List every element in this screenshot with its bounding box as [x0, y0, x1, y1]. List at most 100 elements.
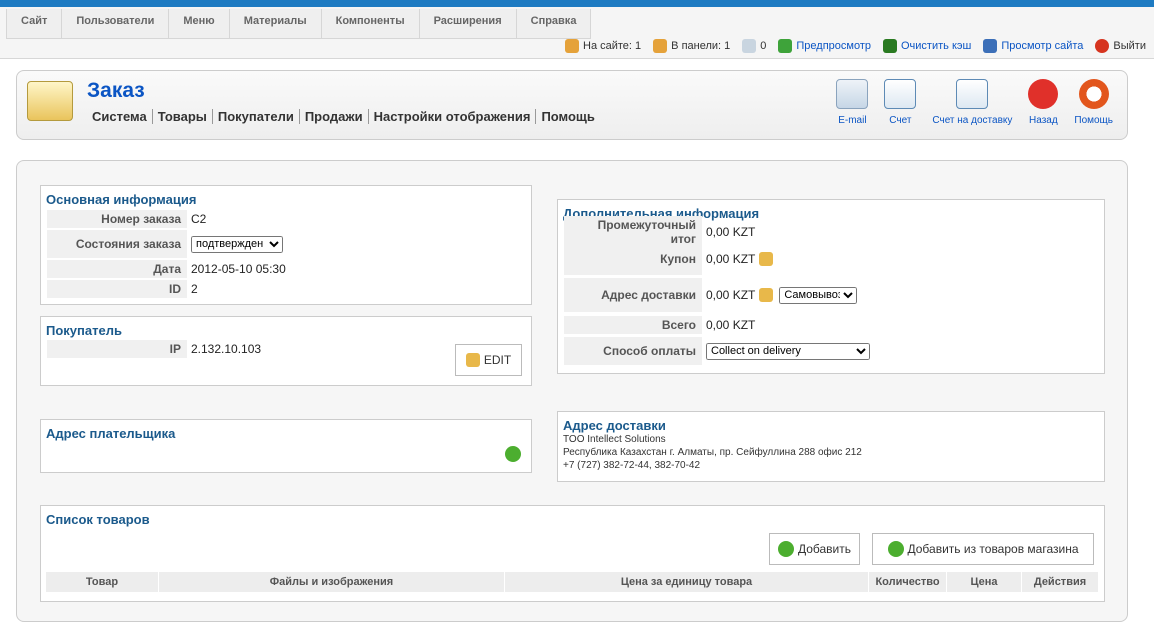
add-product-icon — [777, 541, 794, 557]
help-button[interactable]: Помощь — [1066, 79, 1121, 126]
submenu-display-settings[interactable]: Настройки отображения — [367, 109, 536, 124]
order-id-value: 2 — [191, 282, 198, 296]
payment-label: Способ оплаты — [564, 337, 702, 365]
order-id-label: ID — [47, 280, 187, 298]
coupon-value: 0,00 KZT — [706, 251, 756, 266]
admin-menubar: Сайт Пользователи Меню Материалы Компоне… — [0, 7, 1154, 59]
top-accent-bar — [0, 0, 1154, 7]
col-unit-price[interactable]: Цена за единицу товара — [505, 572, 869, 592]
edit-icon — [465, 353, 480, 367]
messages-count[interactable]: 0 — [760, 40, 766, 52]
toolbar-buttons: E-mail Счет Счет на доставку Назад Помощ… — [828, 79, 1121, 126]
basic-info-title: Основная информация — [46, 192, 197, 207]
order-state-row: Состояния заказа подтвержден — [47, 229, 525, 259]
view-site-link[interactable]: Просмотр сайта — [1001, 40, 1083, 52]
delivery-invoice-button[interactable]: Счет на доставку — [924, 79, 1020, 126]
payment-row: Способ оплаты Collect on delivery — [564, 336, 1098, 366]
delivery-address-panel: Адрес доставки TOO Intellect Solutions Р… — [557, 411, 1105, 482]
invoice-button[interactable]: Счет — [876, 79, 924, 126]
menu-users[interactable]: Пользователи — [61, 9, 170, 39]
add-from-store-label: Добавить из товаров магазина — [907, 542, 1079, 556]
email-icon — [836, 79, 869, 109]
col-actions[interactable]: Действия — [1022, 572, 1099, 592]
col-product[interactable]: Товар — [46, 572, 159, 592]
edit-coupon-icon[interactable] — [759, 251, 774, 266]
order-number-label: Номер заказа — [47, 210, 187, 228]
subtotal-value: 0,00 KZT — [706, 225, 756, 239]
col-quantity[interactable]: Количество — [869, 572, 947, 592]
add-product-button[interactable]: Добавить — [769, 533, 860, 565]
logout-icon — [1095, 39, 1110, 53]
close-icon — [1028, 79, 1059, 109]
panel-count: В панели: 1 — [671, 40, 731, 52]
page-title: Заказ — [87, 79, 145, 102]
customer-ip-row: IP 2.132.10.103 — [47, 340, 525, 358]
admins-online-icon — [653, 39, 668, 53]
menu-extensions[interactable]: Расширения — [418, 9, 517, 39]
order-date-label: Дата — [47, 260, 187, 278]
add-from-store-button[interactable]: Добавить из товаров магазина — [872, 533, 1094, 565]
col-price[interactable]: Цена — [947, 572, 1022, 592]
email-button[interactable]: E-mail — [828, 79, 876, 126]
edit-shipping-icon[interactable] — [759, 288, 774, 302]
customer-ip-label: IP — [47, 340, 187, 358]
order-id-row: ID 2 — [47, 279, 525, 299]
main-menu: Сайт Пользователи Меню Материалы Компоне… — [6, 9, 592, 39]
shipping-method-select[interactable]: Самовывоз — [779, 286, 858, 304]
clear-cache-link[interactable]: Очистить кэш — [901, 40, 971, 52]
menu-help[interactable]: Справка — [515, 9, 592, 39]
menu-components[interactable]: Компоненты — [320, 9, 420, 39]
component-submenu: Система Товары Покупатели Продажи Настро… — [92, 109, 600, 124]
order-state-select[interactable]: подтвержден — [191, 235, 283, 253]
back-label: Назад — [1029, 115, 1058, 126]
order-date-value: 2012-05-10 05:30 — [191, 262, 286, 276]
customer-panel: Покупатель IP 2.132.10.103 EDIT — [40, 316, 532, 386]
product-table-header: Товар Файлы и изображения Цена за единиц… — [46, 572, 1099, 592]
lifebuoy-icon — [1078, 79, 1109, 109]
menu-site[interactable]: Сайт — [6, 9, 63, 39]
preview-link[interactable]: Предпросмотр — [796, 40, 871, 52]
order-main-area: Основная информация Номер заказа C2 Сост… — [16, 160, 1128, 622]
order-number-row: Номер заказа C2 — [47, 209, 525, 229]
menu-menus[interactable]: Меню — [168, 9, 230, 39]
submenu-customers[interactable]: Покупатели — [211, 109, 299, 124]
invoice-label: Счет — [889, 115, 912, 126]
add-billing-address-icon[interactable] — [505, 446, 521, 462]
total-row: Всего 0,00 KZT — [564, 314, 1098, 336]
preview-icon — [778, 39, 793, 53]
customer-title: Покупатель — [46, 323, 122, 338]
coupon-row: Купон 0,00 KZT — [564, 241, 1098, 276]
view-site-icon — [983, 39, 998, 53]
submenu-sales[interactable]: Продажи — [298, 109, 368, 124]
extra-info-panel: Дополнительная информация Промежуточный … — [557, 199, 1105, 374]
order-number-value: C2 — [191, 212, 207, 226]
email-label: E-mail — [838, 115, 867, 126]
billing-address-title: Адрес плательщика — [46, 426, 176, 441]
total-value: 0,00 KZT — [706, 318, 756, 332]
order-icon — [27, 81, 73, 121]
submenu-help[interactable]: Помощь — [535, 109, 599, 124]
submenu-system[interactable]: Система — [92, 109, 152, 124]
order-date-row: Дата 2012-05-10 05:30 — [47, 259, 525, 279]
delivery-street: Республика Казахстан г. Алматы, пр. Сейф… — [563, 447, 862, 458]
clear-cache-icon — [883, 39, 897, 53]
billing-address-panel: Адрес плательщика — [40, 419, 532, 473]
shipping-row: Адрес доставки 0,00 KZT Самовывоз — [564, 276, 1098, 314]
payment-method-select[interactable]: Collect on delivery — [706, 342, 870, 360]
back-button[interactable]: Назад — [1020, 79, 1066, 126]
delivery-invoice-icon — [956, 79, 989, 109]
logout-link[interactable]: Выйти — [1113, 40, 1146, 52]
messages-icon — [742, 39, 757, 53]
shipping-value: 0,00 KZT — [706, 288, 756, 302]
menu-content[interactable]: Материалы — [228, 9, 322, 39]
delivery-address-title: Адрес доставки — [563, 418, 666, 433]
product-list-panel: Список товаров Добавить Добавить из това… — [40, 505, 1105, 602]
delivery-company: TOO Intellect Solutions — [563, 434, 666, 445]
customer-ip-value: 2.132.10.103 — [191, 342, 262, 356]
status-bar: На сайте: 1 В панели: 1 0 Предпросмотр О… — [565, 39, 1146, 53]
col-files[interactable]: Файлы и изображения — [159, 572, 505, 592]
delivery-phone: +7 (727) 382-72-44, 382-70-42 — [563, 460, 701, 471]
edit-customer-button[interactable]: EDIT — [455, 344, 522, 376]
submenu-products[interactable]: Товары — [151, 109, 212, 124]
edit-label: EDIT — [483, 353, 512, 367]
